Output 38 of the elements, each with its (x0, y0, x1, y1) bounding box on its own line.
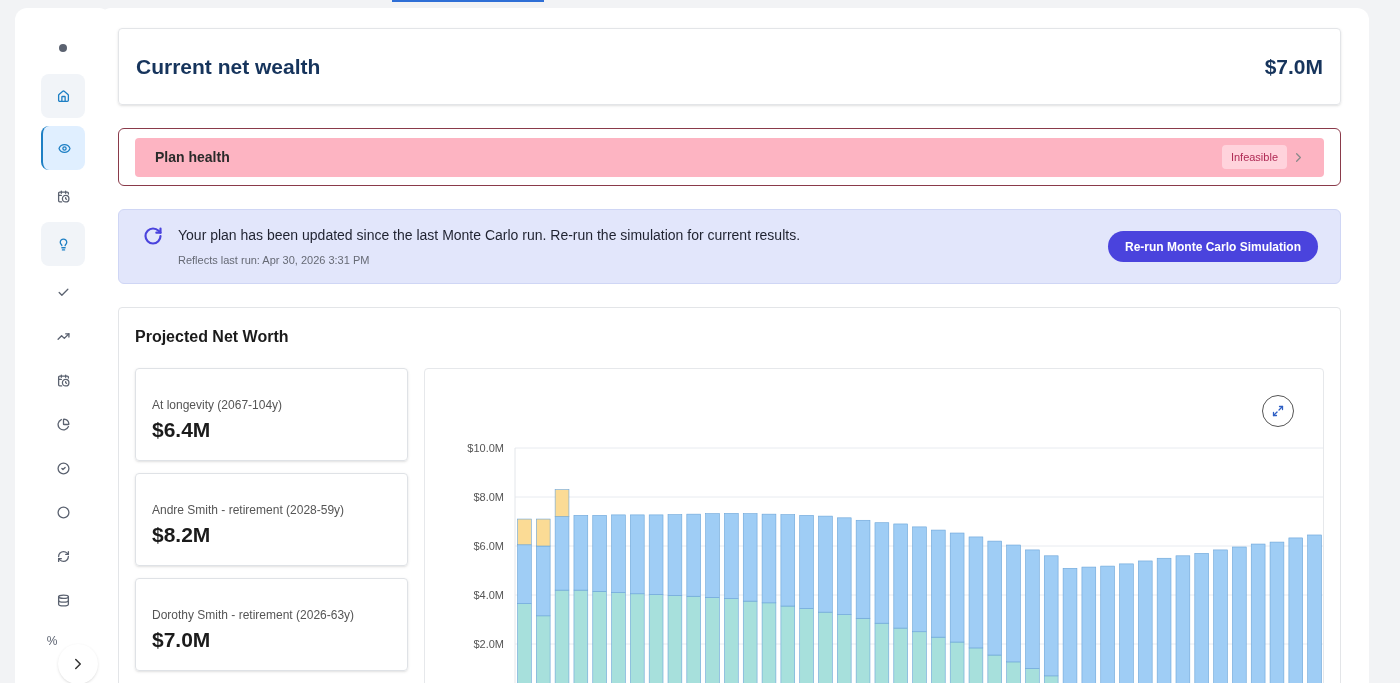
expand-icon (1272, 405, 1284, 417)
sidebar-item[interactable] (41, 126, 85, 170)
banner-note: Reflects last run: Apr 30, 2026 3:31 PM (178, 252, 371, 268)
refresh-icon (143, 225, 163, 246)
chart-bar (837, 614, 852, 683)
net-wealth-value: $7.0M (1264, 53, 1323, 80)
status-badge: Infeasible (1221, 144, 1287, 170)
axis-label: $4.0M (473, 589, 504, 601)
check-circle-icon (56, 461, 70, 475)
rerun-button[interactable]: Re-run Monte Carlo Simulation (1108, 231, 1318, 262)
eye-icon (57, 141, 71, 155)
sidebar-item[interactable]: % (46, 626, 58, 656)
net-wealth-label: Current net wealth (136, 53, 321, 80)
chart-bar (818, 611, 833, 683)
chart-bar (536, 615, 551, 683)
database-icon (56, 593, 70, 607)
stat-label: Andre Smith - retirement (2028-59y) (152, 502, 346, 519)
axis-label: $6.0M (473, 540, 504, 552)
plan-health-bar[interactable]: Plan health Infeasible (135, 137, 1324, 177)
expand-button[interactable] (1262, 395, 1294, 427)
banner-message: Your plan has been updated since the last Monte Carlo run. Re-run the simulation for current results. (178, 225, 801, 245)
axis-label: $8.0M (473, 491, 504, 503)
calendar-icon (56, 373, 70, 387)
home-icon (56, 89, 70, 103)
sidebar-item[interactable] (41, 74, 85, 118)
pie-chart-icon (56, 417, 70, 431)
stat-value: $7.0M (152, 627, 212, 653)
calendar-icon (56, 189, 70, 203)
stat-value: $8.2M (152, 522, 212, 548)
axis-label: $2.0M (473, 638, 504, 650)
section-title: Projected Net Worth (135, 327, 290, 347)
stat-label: At longevity (2067-104y) (152, 397, 284, 414)
plan-health-label: Plan health (155, 147, 230, 167)
axis-label: $10.0M (467, 442, 504, 454)
stat-value: $6.4M (152, 417, 212, 443)
stat-label: Dorothy Smith - retirement (2026-63y) (152, 607, 356, 624)
refresh-icon (56, 549, 70, 563)
circle-icon (56, 505, 70, 519)
